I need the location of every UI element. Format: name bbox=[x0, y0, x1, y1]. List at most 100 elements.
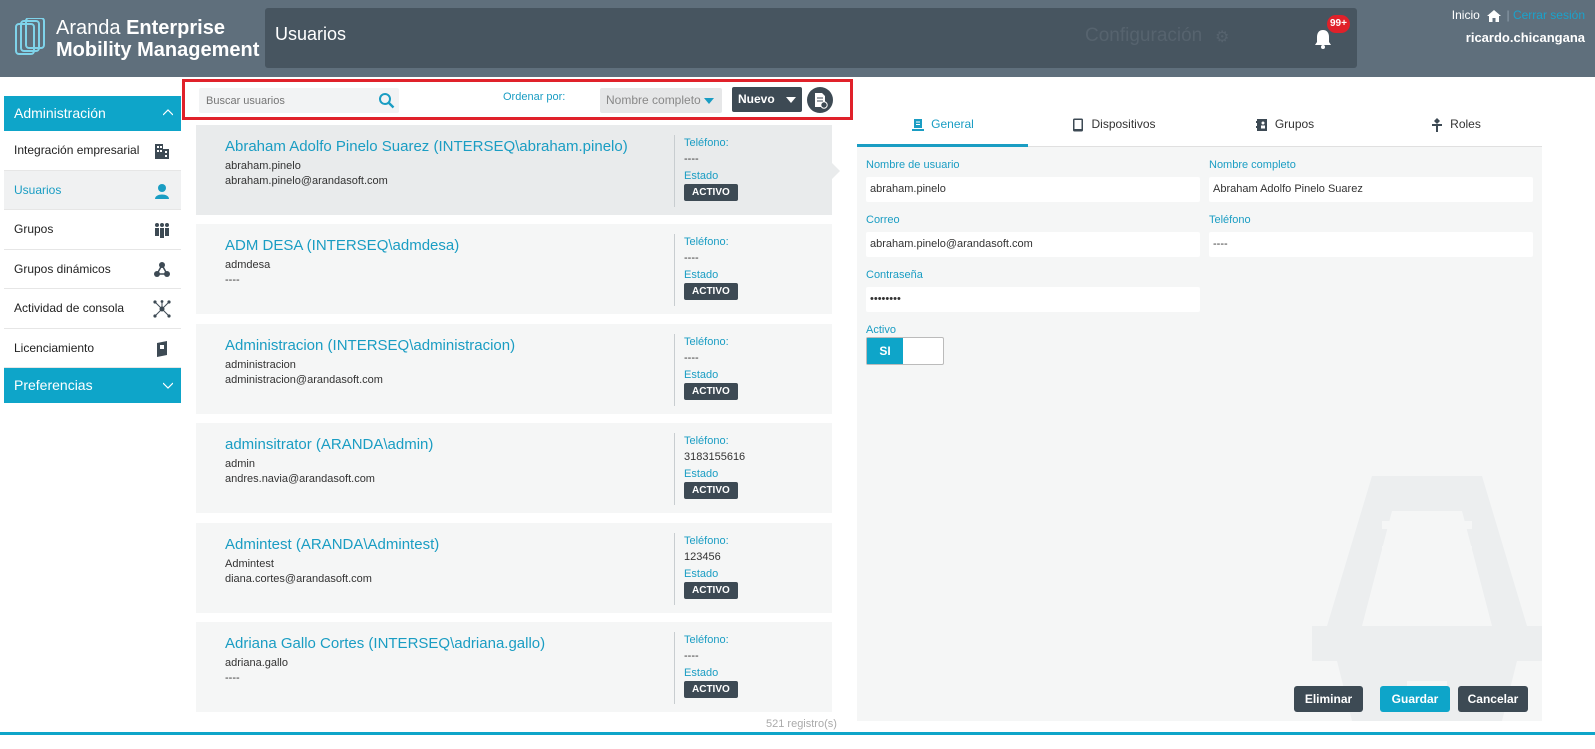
username-field[interactable]: abraham.pinelo bbox=[866, 177, 1200, 202]
user-card-icon bbox=[912, 118, 925, 131]
user-card-phone-label: Teléfono: bbox=[684, 534, 729, 547]
sidebar-item-label: Usuarios bbox=[14, 182, 62, 197]
status-badge: ACTIVO bbox=[684, 283, 738, 301]
user-card-email: ---- bbox=[225, 671, 240, 684]
cancel-button[interactable]: Cancelar bbox=[1458, 686, 1528, 712]
user-card-login: admdesa bbox=[225, 259, 271, 272]
user-card-divider bbox=[674, 631, 675, 704]
search-input[interactable] bbox=[199, 88, 369, 113]
order-by-select[interactable]: Nombre completo bbox=[600, 88, 722, 113]
user-card-email: andres.navia@arandasoft.com bbox=[225, 473, 375, 486]
user-card-name[interactable]: Admintest (ARANDA\Admintest) bbox=[225, 536, 439, 553]
user-card-name[interactable]: Administracion (INTERSEQ\administracion) bbox=[225, 337, 515, 354]
user-card-phone: ---- bbox=[684, 351, 699, 364]
password-label: Contraseña bbox=[866, 269, 923, 281]
sidebar-item-integracion[interactable]: Integración empresarial bbox=[4, 131, 181, 171]
password-field[interactable]: •••••••• bbox=[866, 287, 1200, 312]
user-card-login: admin bbox=[225, 458, 255, 471]
config-link[interactable]: Configuración bbox=[1085, 25, 1202, 47]
brand-bold-1: Enterprise bbox=[126, 17, 225, 39]
sidebar-section-preferencias[interactable]: Preferencias bbox=[4, 368, 181, 403]
link-separator: | bbox=[1506, 8, 1510, 22]
user-card-login: administracion bbox=[225, 358, 296, 371]
gear-icon[interactable]: ⚙ bbox=[1215, 27, 1229, 47]
sidebar-item-label: Actividad de consola bbox=[14, 301, 125, 315]
phone-field[interactable]: ---- bbox=[1209, 232, 1533, 257]
tab-label: General bbox=[931, 117, 974, 131]
user-card-email: abraham.pinelo@arandasoft.com bbox=[225, 175, 388, 187]
user-card[interactable]: Admintest (ARANDA\Admintest) Admintest d… bbox=[196, 522, 832, 613]
user-card-phone-label: Teléfono: bbox=[684, 137, 729, 149]
home-link[interactable]: Inicio bbox=[1452, 8, 1480, 22]
active-toggle[interactable]: SI bbox=[866, 337, 944, 365]
record-count: 521 registro(s) bbox=[766, 718, 837, 730]
user-card[interactable]: adminsitrator (ARANDA\admin) admin andre… bbox=[196, 423, 832, 514]
order-by-label: Ordenar por: bbox=[503, 91, 566, 103]
user-card-state-label: Estado bbox=[684, 269, 719, 282]
status-badge: ACTIVO bbox=[684, 184, 738, 201]
sidebar-section-administracion[interactable]: Administración bbox=[4, 96, 181, 131]
logout-link[interactable]: Cerrar sesión bbox=[1513, 8, 1585, 22]
page-title: Usuarios bbox=[275, 24, 347, 44]
tab-dispositivos[interactable]: Dispositivos bbox=[1028, 101, 1199, 147]
user-card-divider bbox=[674, 532, 675, 605]
tab-label: Grupos bbox=[1274, 117, 1315, 131]
delete-button[interactable]: Eliminar bbox=[1294, 686, 1363, 712]
app-logo[interactable]: Aranda Enterprise Mobility Management bbox=[14, 16, 274, 66]
new-button[interactable]: Nuevo bbox=[732, 87, 802, 112]
group-book-icon bbox=[1255, 118, 1267, 131]
export-document-icon bbox=[815, 93, 828, 109]
username-label: Nombre de usuario bbox=[866, 159, 960, 171]
active-label: Activo bbox=[866, 324, 896, 336]
user-card-state-label: Estado bbox=[684, 567, 719, 580]
chevron-up-icon bbox=[163, 109, 173, 116]
notification-badge: 99+ bbox=[1327, 15, 1350, 33]
sidebar-item-grupos-dinamicos[interactable]: Grupos dinámicos bbox=[4, 250, 181, 289]
tab-grupos[interactable]: Grupos bbox=[1199, 101, 1370, 147]
user-card-email: ---- bbox=[225, 274, 240, 287]
tab-label: Dispositivos bbox=[1091, 117, 1156, 131]
tab-roles[interactable]: Roles bbox=[1370, 101, 1541, 147]
status-badge: ACTIVO bbox=[684, 382, 738, 400]
dropdown-arrow-icon bbox=[786, 97, 796, 103]
user-card-phone: 123456 bbox=[684, 550, 721, 563]
sidebar-section-label: Administración bbox=[14, 105, 106, 121]
email-field[interactable]: abraham.pinelo@arandasoft.com bbox=[866, 232, 1200, 257]
user-card-state-label: Estado bbox=[684, 666, 719, 679]
user-card-phone: 3183155616 bbox=[684, 451, 746, 464]
user-detail-panel: General Dispositivos Grupos Roles Nombre… bbox=[857, 101, 1542, 721]
user-card-login: adriana.gallo bbox=[225, 656, 288, 669]
search-icon[interactable] bbox=[378, 92, 395, 109]
user-card-name[interactable]: Adriana Gallo Cortes (INTERSEQ\adriana.g… bbox=[225, 635, 545, 652]
user-card[interactable]: Abraham Adolfo Pinelo Suarez (INTERSEQ\a… bbox=[196, 125, 840, 215]
user-card-email: administracion@arandasoft.com bbox=[225, 373, 383, 386]
user-card-divider bbox=[674, 135, 675, 207]
user-card[interactable]: Administracion (INTERSEQ\administracion)… bbox=[196, 323, 832, 414]
sidebar-item-usuarios[interactable]: Usuarios bbox=[4, 170, 181, 210]
user-card[interactable]: Adriana Gallo Cortes (INTERSEQ\adriana.g… bbox=[196, 621, 832, 712]
sidebar-item-actividad-consola[interactable]: Actividad de consola bbox=[4, 289, 181, 329]
user-card-login: Admintest bbox=[225, 557, 274, 570]
sidebar-item-grupos[interactable]: Grupos bbox=[4, 210, 181, 250]
user-card-phone-label: Teléfono: bbox=[684, 435, 729, 448]
username: ricardo.chicangana bbox=[1465, 30, 1585, 45]
roles-icon bbox=[1432, 117, 1443, 132]
save-button[interactable]: Guardar bbox=[1380, 686, 1450, 712]
user-card-name[interactable]: adminsitrator (ARANDA\admin) bbox=[225, 436, 433, 453]
sidebar-item-licenciamiento[interactable]: Licenciamiento bbox=[4, 329, 181, 368]
user-card-email: diana.cortes@arandasoft.com bbox=[225, 572, 372, 585]
home-icon[interactable] bbox=[1487, 9, 1502, 22]
status-badge: ACTIVO bbox=[684, 482, 738, 500]
user-card[interactable]: ADM DESA (INTERSEQ\admdesa) admdesa ----… bbox=[196, 224, 832, 315]
user-card-divider bbox=[674, 433, 675, 506]
fullname-field[interactable]: Abraham Adolfo Pinelo Suarez bbox=[1209, 177, 1533, 202]
user-card-state-label: Estado bbox=[684, 170, 719, 182]
brand-light: Aranda bbox=[56, 17, 121, 39]
email-label: Correo bbox=[866, 214, 900, 226]
tab-general[interactable]: General bbox=[857, 101, 1028, 147]
export-button[interactable] bbox=[807, 87, 833, 113]
user-card-name[interactable]: ADM DESA (INTERSEQ\admdesa) bbox=[225, 237, 459, 254]
user-card-name[interactable]: Abraham Adolfo Pinelo Suarez (INTERSEQ\a… bbox=[225, 138, 628, 155]
license-book-icon bbox=[157, 340, 167, 357]
dropdown-arrow-icon bbox=[704, 98, 714, 104]
